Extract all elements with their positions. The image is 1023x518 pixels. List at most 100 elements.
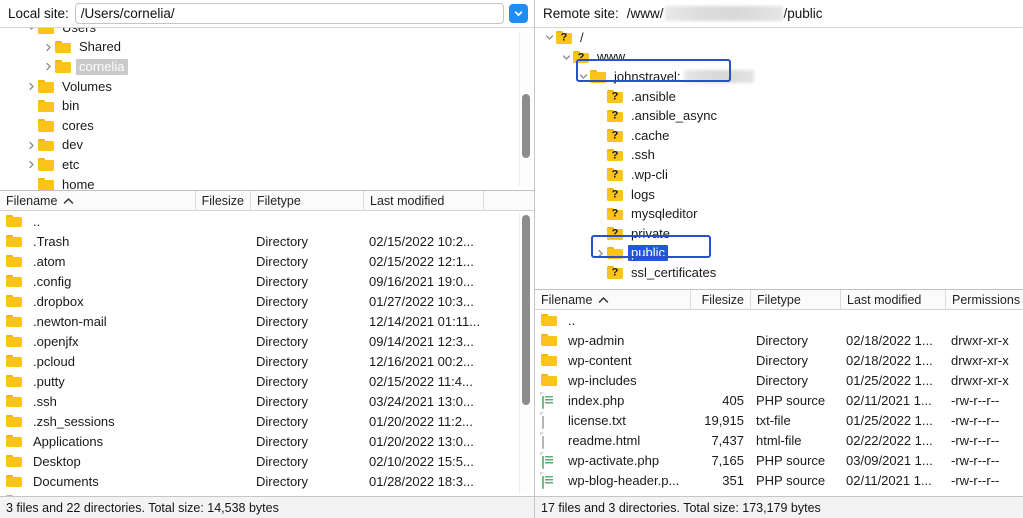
chevron-right-icon[interactable] — [25, 158, 38, 171]
local-site-label: Local site: — [8, 6, 69, 21]
file-row[interactable]: .atom Directory 02/15/2022 12:1... — [0, 251, 534, 271]
file-row[interactable]: .pcloud Directory 12/16/2021 00:2... — [0, 351, 534, 371]
remote-directory-tree[interactable]: ? /? www johnstravel:? .ansible? .ansible_asy… — [535, 28, 1023, 290]
column-header-last-modified[interactable]: Last modified — [363, 191, 483, 211]
file-type-cell: PHP source — [756, 392, 826, 408]
file-row[interactable]: .. — [0, 211, 534, 231]
local-tree-scroll-thumb[interactable] — [521, 94, 530, 158]
file-row[interactable]: wp-content Directory 02/18/2022 1... drwxr-… — [535, 350, 1023, 370]
file-modified-cell: 01/20/2022 11:2... — [369, 413, 473, 429]
tree-item-wp-cli[interactable]: ? .wp-cli — [535, 165, 1023, 185]
local-file-list[interactable]: Filename Filesize Filetype Last modified ..… — [0, 191, 534, 496]
tree-item-bin[interactable]: bin — [0, 96, 534, 116]
chevron-down-icon[interactable] — [577, 70, 590, 83]
file-type-cell: Directory — [756, 352, 809, 368]
tree-item-logs[interactable]: ? logs — [535, 185, 1023, 205]
tree-item-johnstravel[interactable]: johnstravel: — [535, 67, 1023, 87]
local-list-scroll-thumb[interactable] — [521, 215, 530, 405]
column-header-filetype[interactable]: Filetype — [750, 290, 840, 310]
file-row[interactable]: Desktop Directory 02/10/2022 15:5... — [0, 451, 534, 471]
file-row[interactable]: wp-blog-header.p... 351 PHP source 02/11/20… — [535, 470, 1023, 490]
chevron-right-icon[interactable] — [25, 80, 38, 93]
tree-item-shared[interactable]: Shared — [0, 38, 534, 58]
tree-item-users[interactable]: Users — [0, 28, 534, 38]
inline-rename-field[interactable] — [667, 245, 726, 261]
file-name-cell: .Trash — [0, 231, 195, 251]
tree-item-private[interactable]: ? private — [535, 224, 1023, 244]
file-row[interactable]: .dropbox Directory 01/27/2022 10:3... — [0, 291, 534, 311]
file-row[interactable]: Documents Directory 01/28/2022 18:3... — [0, 471, 534, 491]
column-header-filename[interactable]: Filename — [535, 290, 690, 310]
tree-item-label: .ansible — [631, 88, 676, 104]
tree-item-ansible-async[interactable]: ? .ansible_async — [535, 106, 1023, 126]
tree-item-public[interactable]: public — [535, 244, 1023, 264]
file-row[interactable]: index.php 405 PHP source 02/11/2021 1... -rw… — [535, 390, 1023, 410]
folder-icon — [6, 294, 22, 308]
remote-site-label: Remote site: — [543, 6, 619, 21]
tree-item-cornelia[interactable]: cornelia — [0, 57, 534, 77]
chevron-right-icon[interactable] — [25, 139, 38, 152]
tree-item-cache[interactable]: ? .cache — [535, 126, 1023, 146]
folder-icon — [6, 494, 22, 496]
column-header-filetype[interactable]: Filetype — [250, 191, 363, 211]
file-name-label: Downloads — [33, 494, 97, 497]
file-row[interactable]: wp-includes Directory 01/25/2022 1... drwxr… — [535, 370, 1023, 390]
tree-item-home[interactable]: home — [0, 175, 534, 190]
file-row[interactable]: .ssh Directory 03/24/2021 13:0... — [0, 391, 534, 411]
file-modified-cell: 02/18/2022 1... — [846, 352, 933, 368]
file-row[interactable]: .newton-mail Directory 12/14/2021 01:11... — [0, 311, 534, 331]
local-site-path: /Users/cornelia/ — [80, 6, 175, 21]
file-row[interactable]: .config Directory 09/16/2021 19:0... — [0, 271, 534, 291]
file-row[interactable]: .. — [535, 310, 1023, 330]
text-file-icon — [541, 412, 557, 429]
tree-item-www[interactable]: ? www — [535, 48, 1023, 68]
chevron-right-icon[interactable] — [42, 60, 55, 73]
column-header-label: Last modified — [847, 292, 922, 307]
local-directory-tree[interactable]: Users Shared cornelia Volumes bin cores dev etc… — [0, 28, 534, 191]
file-row[interactable]: Downloads Directory02/22/2022 11:0... — [0, 491, 534, 497]
tree-item-ssl-certificates[interactable]: ? ssl_certificates — [535, 263, 1023, 283]
column-header-filesize[interactable]: Filesize — [690, 290, 750, 310]
file-row[interactable]: .zsh_sessions Directory 01/20/2022 11:2... — [0, 411, 534, 431]
file-row[interactable]: .Trash Directory 02/15/2022 10:2... — [0, 231, 534, 251]
tree-item-ssh[interactable]: ? .ssh — [535, 146, 1023, 166]
chevron-down-icon[interactable] — [543, 31, 556, 44]
local-list-body[interactable]: .. .Trash Directory 02/15/2022 10:2... .atom… — [0, 211, 534, 497]
tree-item-ansible[interactable]: ? .ansible — [535, 87, 1023, 107]
file-name-label: wp-includes — [568, 372, 637, 388]
local-list-scrollbar[interactable] — [519, 213, 532, 494]
tree-item-dev[interactable]: dev — [0, 136, 534, 156]
folder-icon — [38, 138, 54, 152]
tree-item-cores[interactable]: cores — [0, 116, 534, 136]
chevron-right-icon[interactable] — [42, 41, 55, 54]
column-header-filesize[interactable]: Filesize — [195, 191, 250, 211]
remote-site-input[interactable]: /www/ /public — [625, 3, 1017, 24]
chevron-down-icon[interactable] — [25, 28, 38, 34]
file-type-cell: txt-file — [756, 412, 791, 428]
column-header-last-modified[interactable]: Last modified — [840, 290, 945, 310]
local-site-dropdown-button[interactable] — [509, 4, 528, 23]
file-row[interactable]: .openjfx Directory 09/14/2021 12:3... — [0, 331, 534, 351]
chevron-down-icon[interactable] — [560, 51, 573, 64]
remote-file-list[interactable]: Filename Filesize Filetype Last modified Per… — [535, 290, 1023, 496]
file-row[interactable]: wp-admin Directory 02/18/2022 1... drwxr-xr… — [535, 330, 1023, 350]
remote-list-body[interactable]: .. wp-admin Directory 02/18/2022 1... drwxr-… — [535, 310, 1023, 496]
local-site-input[interactable]: /Users/cornelia/ — [74, 3, 504, 24]
file-row[interactable]: .putty Directory 02/15/2022 11:4... — [0, 371, 534, 391]
local-tree-scrollbar[interactable] — [519, 32, 532, 186]
file-size-cell — [195, 431, 250, 451]
folder-icon — [6, 274, 22, 288]
file-row[interactable]: wp-activate.php 7,165 PHP source 03/09/2021… — [535, 450, 1023, 470]
tree-item-mysqleditor[interactable]: ? mysqleditor — [535, 204, 1023, 224]
tree-item-[interactable]: ? / — [535, 28, 1023, 48]
tree-item-etc[interactable]: etc — [0, 155, 534, 175]
file-row[interactable]: Applications Directory 01/20/2022 13:0... — [0, 431, 534, 451]
file-type-cell: Directory — [256, 433, 309, 449]
column-header-filename[interactable]: Filename — [0, 191, 195, 211]
column-header-permissions[interactable]: Permissions — [945, 290, 1023, 310]
file-row[interactable]: license.txt 19,915 txt-file 01/25/2022 1...… — [535, 410, 1023, 430]
file-row[interactable]: readme.html 7,437 html-file 02/22/2022 1...… — [535, 430, 1023, 450]
chevron-right-icon[interactable] — [594, 247, 607, 260]
file-type-cell: Directory — [256, 473, 309, 489]
tree-item-volumes[interactable]: Volumes — [0, 77, 534, 97]
